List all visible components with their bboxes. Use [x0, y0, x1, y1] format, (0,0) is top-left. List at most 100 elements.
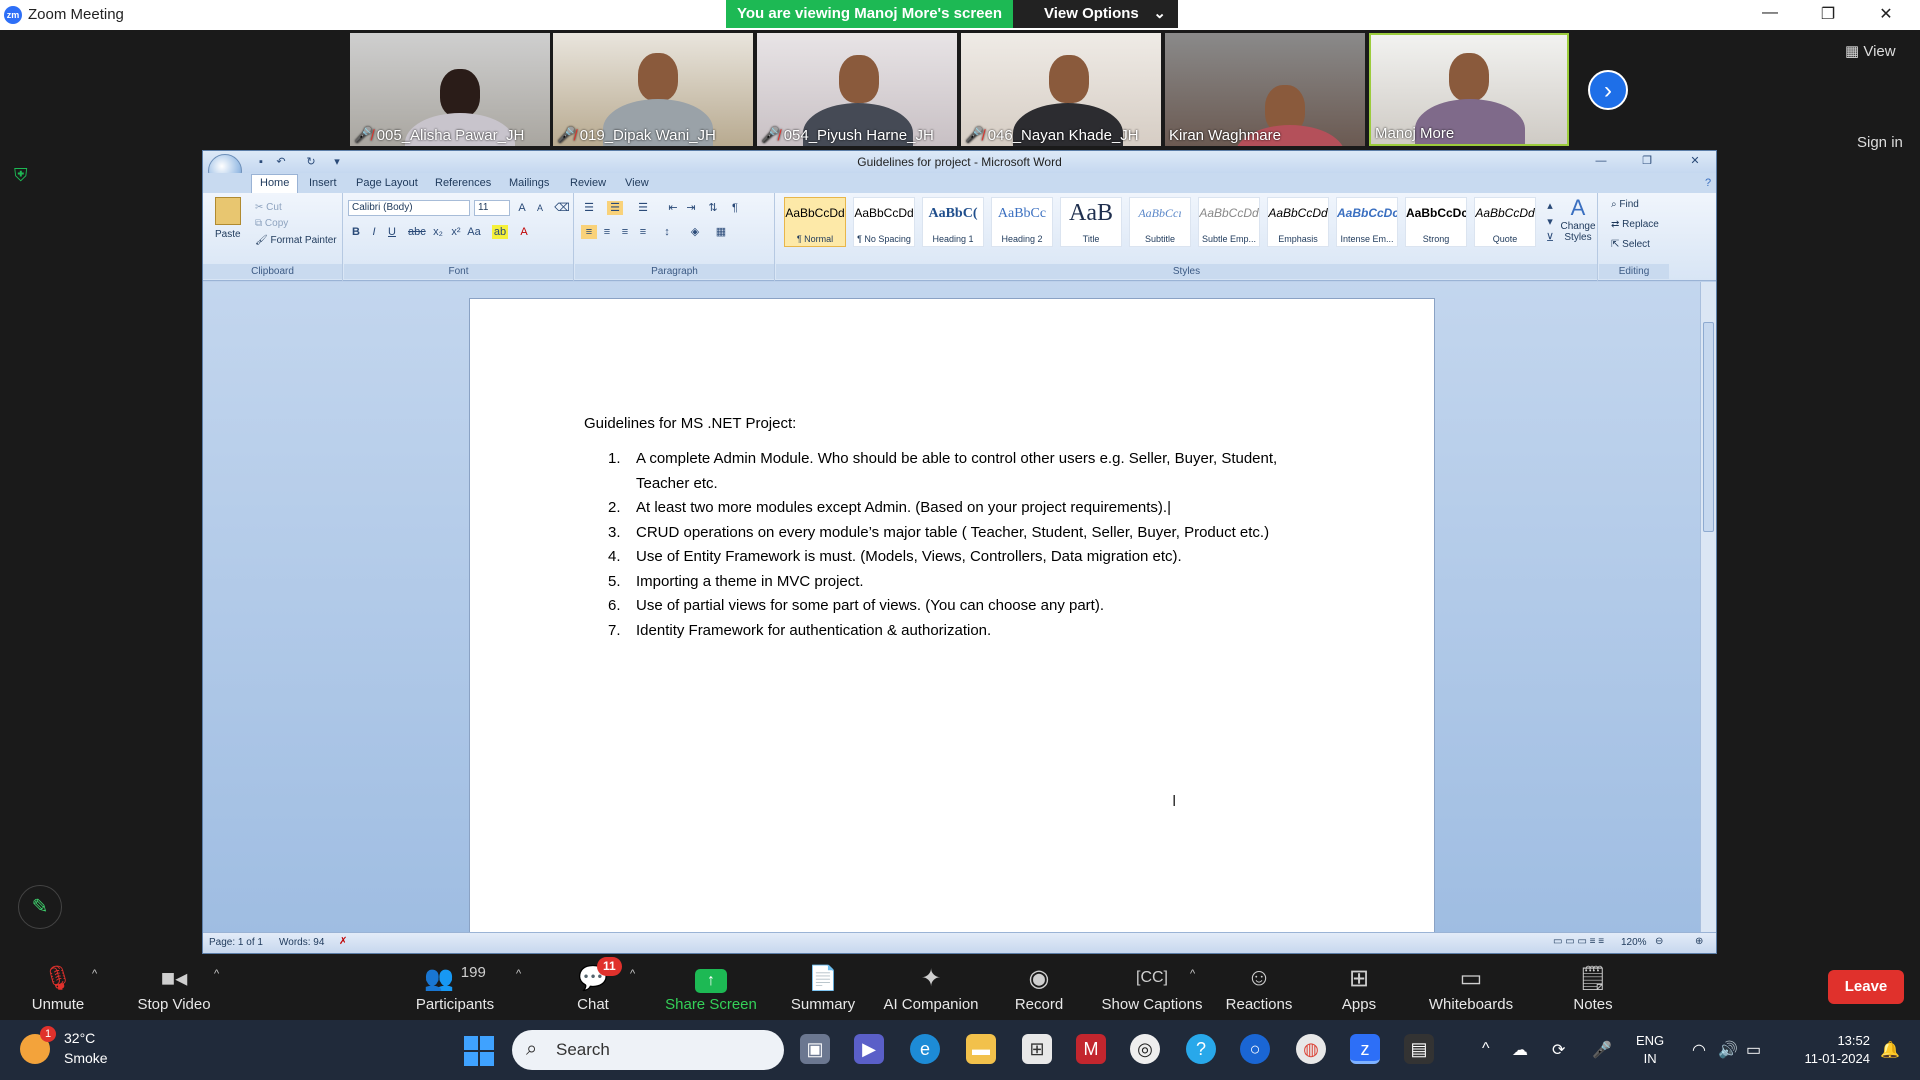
undo-icon[interactable]: ↶	[273, 155, 289, 169]
notes-button[interactable]: 🗒 Notes	[1538, 964, 1648, 1013]
style-subtle-emphasis[interactable]: AaBbCcDd Subtle Emp...	[1198, 197, 1260, 247]
copy-button[interactable]: ⧉ Copy	[255, 218, 288, 229]
input-language[interactable]: ENG IN	[1636, 1032, 1664, 1068]
tab-view[interactable]: View	[625, 177, 649, 189]
participant-tile[interactable]: 🎤̸ 005_Alisha Pawar_JH	[350, 33, 550, 146]
edge-icon[interactable]: e	[910, 1034, 940, 1064]
word-taskbar-icon[interactable]: ▤	[1404, 1034, 1434, 1064]
style-subtitle[interactable]: AaBbCcı Subtitle	[1129, 197, 1191, 247]
shading-icon[interactable]: ◈	[687, 225, 703, 239]
select-button[interactable]: ⇱ Select	[1611, 239, 1650, 250]
sign-in-link[interactable]: Sign in	[1857, 134, 1903, 151]
encryption-shield-icon[interactable]: ⛨	[14, 165, 34, 187]
line-spacing-icon[interactable]: ↕	[659, 225, 675, 239]
view-button[interactable]: ▦ View	[1845, 42, 1896, 60]
file-explorer-icon[interactable]: ▬	[966, 1034, 996, 1064]
tab-mailings[interactable]: Mailings	[509, 177, 549, 189]
summary-button[interactable]: 📄 Summary	[768, 964, 878, 1013]
decrease-indent-icon[interactable]: ⇤	[665, 201, 681, 215]
show-hidden-icons-chevron-icon[interactable]: ^	[1482, 1040, 1490, 1058]
paste-button[interactable]: Paste	[215, 229, 241, 240]
next-page-arrow-icon[interactable]: ›	[1588, 70, 1628, 110]
captions-chevron-icon[interactable]: ^	[1190, 968, 1195, 980]
customize-qat-icon[interactable]: ▾	[329, 155, 345, 169]
styles-scroll-down-icon[interactable]: ▾	[1542, 215, 1558, 229]
style-heading-2[interactable]: AaBbCc Heading 2	[991, 197, 1053, 247]
highlight-icon[interactable]: ab	[492, 225, 508, 239]
font-color-icon[interactable]: A	[516, 225, 532, 239]
record-button[interactable]: ◉ Record	[984, 964, 1094, 1013]
cut-button[interactable]: ✂ Cut	[255, 202, 282, 213]
align-right-icon[interactable]: ≡	[617, 225, 633, 239]
chat-chevron-icon[interactable]: ^	[630, 968, 635, 980]
start-button[interactable]	[464, 1036, 494, 1066]
sync-icon[interactable]: ⟳	[1552, 1040, 1565, 1060]
cortana-icon[interactable]: ○	[1240, 1034, 1270, 1064]
font-name-select[interactable]: Calibri (Body)	[348, 200, 470, 216]
subscript-icon[interactable]: x₂	[430, 225, 446, 239]
numbering-icon[interactable]: ☰	[607, 201, 623, 215]
increase-indent-icon[interactable]: ⇥	[683, 201, 699, 215]
style-intense-emphasis[interactable]: AaBbCcDc Intense Em...	[1336, 197, 1398, 247]
tab-insert[interactable]: Insert	[309, 177, 337, 189]
style-title[interactable]: AaB Title	[1060, 197, 1122, 247]
clock[interactable]: 13:52 11-01-2024	[1790, 1032, 1870, 1068]
zoom-in-icon[interactable]: ⊕	[1695, 936, 1703, 947]
change-case-icon[interactable]: Aa	[466, 225, 482, 239]
participant-tile-active-speaker[interactable]: Manoj More	[1369, 33, 1569, 146]
superscript-icon[interactable]: x²	[448, 225, 464, 239]
save-icon[interactable]: ▪	[253, 155, 269, 169]
teams-icon[interactable]: ▶	[854, 1034, 884, 1064]
format-painter-button[interactable]: 🖌 Format Painter	[255, 235, 337, 246]
page-count[interactable]: Page: 1 of 1	[209, 937, 263, 948]
document-page[interactable]: Guidelines for MS .NET Project: 1. A comp…	[469, 298, 1435, 933]
tab-review[interactable]: Review	[570, 177, 606, 189]
apps-button[interactable]: ⊞ Apps	[1304, 964, 1414, 1013]
word-close-icon[interactable]: ✕	[1687, 154, 1703, 168]
help-icon[interactable]: ?	[1700, 176, 1716, 190]
wifi-icon[interactable]: ◠	[1692, 1040, 1706, 1060]
underline-icon[interactable]: U	[384, 225, 400, 239]
strikethrough-icon[interactable]: abc	[408, 225, 426, 239]
style-strong[interactable]: AaBbCcDc Strong	[1405, 197, 1467, 247]
redo-icon[interactable]: ↻	[303, 155, 319, 169]
stop-video-button[interactable]: ■◂ Stop Video	[119, 964, 229, 1013]
word-restore-icon[interactable]: ❐	[1639, 154, 1655, 168]
assistant-icon[interactable]: ?	[1186, 1034, 1216, 1064]
store-icon[interactable]: ⊞	[1022, 1034, 1052, 1064]
style-quote[interactable]: AaBbCcDd Quote	[1474, 197, 1536, 247]
close-icon[interactable]: ✕	[1866, 4, 1906, 24]
battery-icon[interactable]: ▭	[1746, 1040, 1761, 1060]
app-icon[interactable]: ◎	[1130, 1034, 1160, 1064]
proofing-icon[interactable]: ✗	[339, 936, 347, 947]
italic-icon[interactable]: I	[366, 225, 382, 239]
taskbar-search[interactable]: ⌕ Search	[512, 1030, 784, 1070]
word-minimize-icon[interactable]: —	[1593, 154, 1609, 168]
share-screen-button[interactable]: ↑ Share Screen	[656, 964, 766, 1013]
view-options-button[interactable]: View Options ⌄	[1013, 0, 1178, 28]
restore-icon[interactable]: ❐	[1808, 4, 1848, 24]
style-normal[interactable]: AaBbCcDd ¶ Normal	[784, 197, 846, 247]
task-view-icon[interactable]: ▣	[800, 1034, 830, 1064]
participant-tile[interactable]: Kiran Waghmare	[1165, 33, 1365, 146]
multilevel-list-icon[interactable]: ☰	[635, 201, 651, 215]
participants-button[interactable]: 👥 199 Participants	[400, 964, 510, 1013]
view-layout-icons[interactable]: ▭ ▭ ▭ ≡ ≡	[1553, 936, 1604, 947]
justify-icon[interactable]: ≡	[635, 225, 651, 239]
tab-references[interactable]: References	[435, 177, 491, 189]
style-emphasis[interactable]: AaBbCcDd Emphasis	[1267, 197, 1329, 247]
microphone-icon[interactable]: 🎤	[1592, 1040, 1612, 1060]
audio-options-chevron-icon[interactable]: ^	[92, 968, 97, 980]
replace-button[interactable]: ⇄ Replace	[1611, 219, 1659, 230]
participant-tile[interactable]: 🎤̸ 019_Dipak Wani_JH	[553, 33, 753, 146]
bullets-icon[interactable]: ☰	[581, 201, 597, 215]
show-hide-icon[interactable]: ¶	[727, 201, 743, 215]
change-styles-button[interactable]: A Change Styles	[1558, 195, 1598, 243]
zoom-level[interactable]: 120%	[1621, 937, 1647, 948]
styles-more-icon[interactable]: ⊻	[1542, 231, 1558, 245]
tab-home[interactable]: Home	[251, 174, 299, 193]
word-count[interactable]: Words: 94	[279, 937, 324, 948]
sort-icon[interactable]: ⇅	[705, 201, 721, 215]
whiteboards-button[interactable]: ▭ Whiteboards	[1416, 964, 1526, 1013]
video-options-chevron-icon[interactable]: ^	[214, 968, 219, 980]
